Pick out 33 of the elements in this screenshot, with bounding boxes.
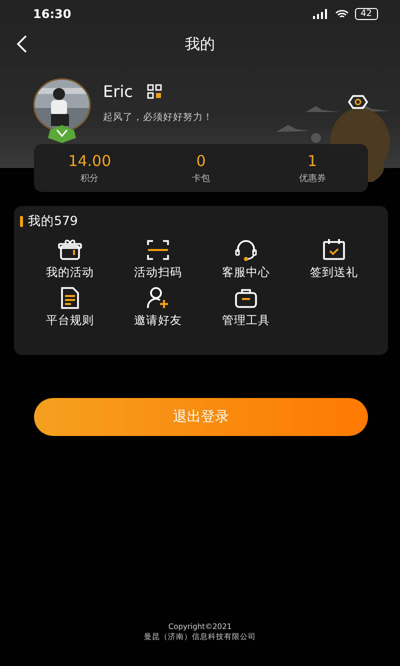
document-icon[interactable] xyxy=(58,286,82,310)
stat-label: 卡包 xyxy=(190,172,211,184)
menu-item[interactable]: 活动扫码 xyxy=(134,265,182,280)
section-title: 我的579 xyxy=(28,213,78,230)
stat-value[interactable]: 14.00 xyxy=(34,152,146,170)
add-user-icon[interactable] xyxy=(146,286,170,310)
back-icon[interactable] xyxy=(16,35,28,53)
menu-item[interactable]: 平台规则 xyxy=(46,313,94,328)
signal-icon xyxy=(312,9,329,19)
headset-icon[interactable] xyxy=(234,238,258,262)
status-time: 16:30 xyxy=(33,7,72,21)
user-name: Eric xyxy=(103,82,133,101)
stat-label: 积分 xyxy=(80,172,100,184)
badge-icon xyxy=(46,124,78,144)
qr-code-icon[interactable] xyxy=(146,84,162,99)
calendar-check-icon[interactable] xyxy=(322,238,346,262)
menu-item[interactable]: 客服中心 xyxy=(222,265,270,280)
menu-item[interactable]: 管理工具 xyxy=(222,313,270,328)
user-motto: 起风了，必须好好努力！ xyxy=(103,111,213,124)
stat-value[interactable]: 1 xyxy=(256,152,368,170)
menu-item[interactable]: 我的活动 xyxy=(46,265,94,280)
wifi-icon xyxy=(334,9,349,19)
page-title: 我的 xyxy=(185,34,215,54)
scan-icon[interactable] xyxy=(146,238,170,262)
stat-label: 优惠券 xyxy=(298,172,327,184)
accent-bar xyxy=(20,216,23,227)
stat-value[interactable]: 0 xyxy=(145,152,257,170)
briefcase-icon[interactable] xyxy=(234,286,258,310)
menu-item[interactable]: 签到送礼 xyxy=(310,265,358,280)
gift-icon[interactable] xyxy=(58,238,82,262)
eye-icon[interactable] xyxy=(348,95,368,109)
battery-indicator: 42 xyxy=(354,8,378,20)
menu-item[interactable]: 邀请好友 xyxy=(134,313,182,328)
